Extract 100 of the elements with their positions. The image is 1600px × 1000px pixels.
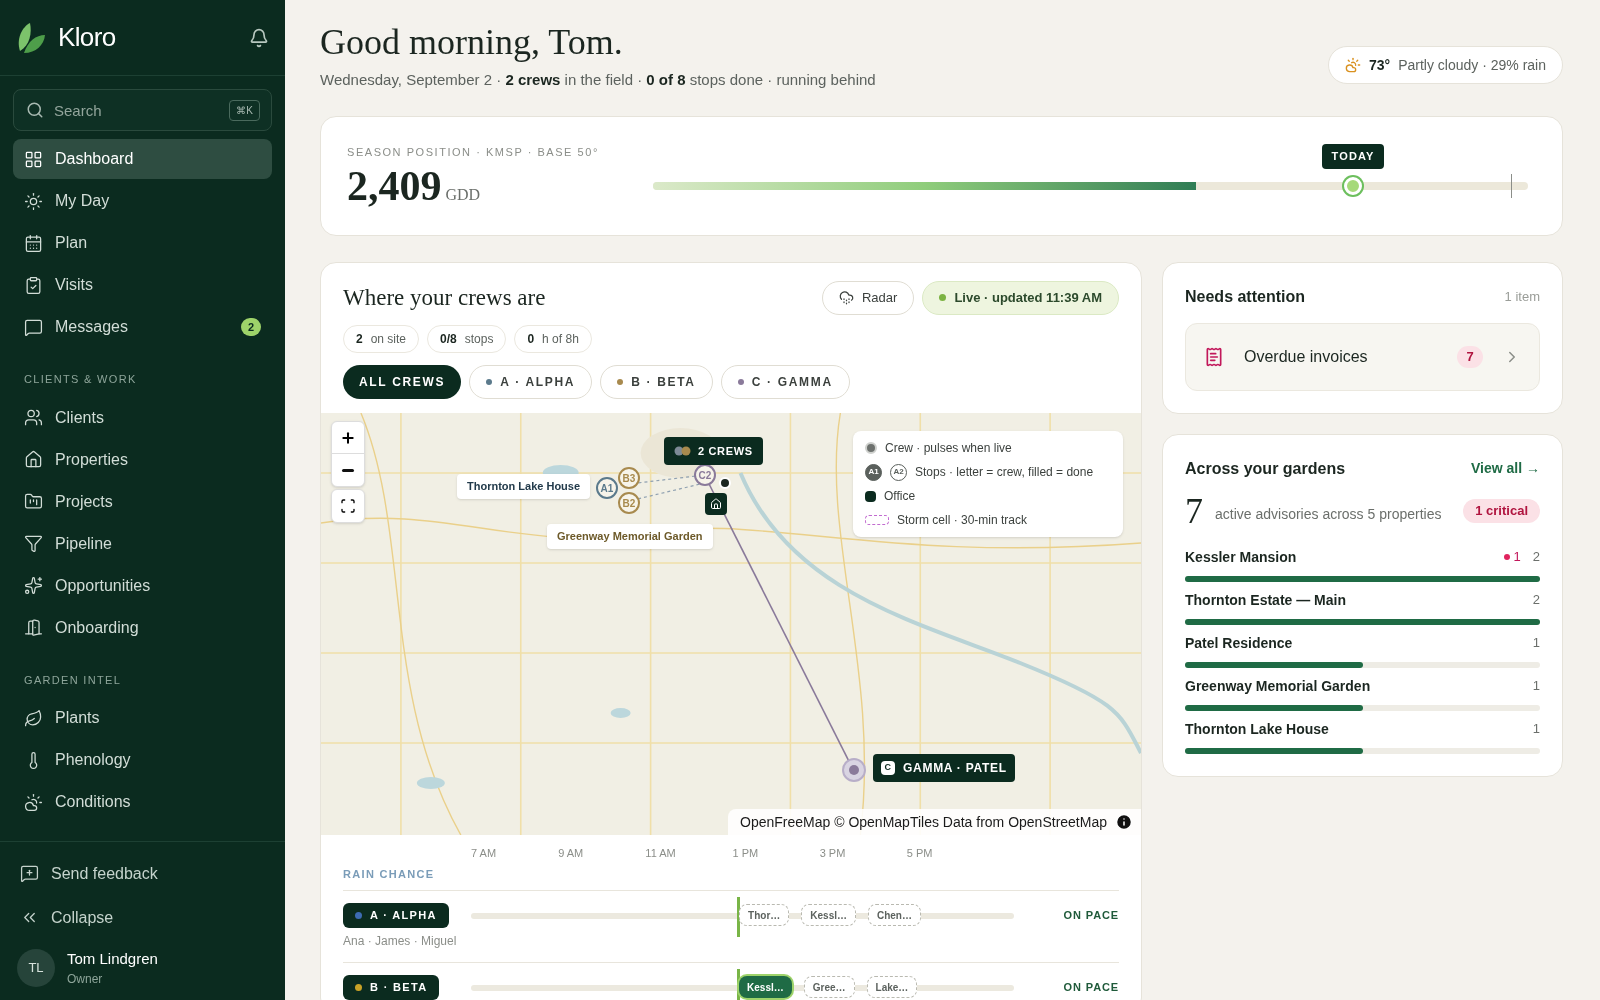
nav-item[interactable]: Messages 2 xyxy=(13,307,272,347)
minus-icon xyxy=(342,468,354,472)
today-tag: TODAY xyxy=(1321,144,1385,169)
attention-item[interactable]: Overdue invoices 7 xyxy=(1185,322,1540,391)
cloud-sun-icon xyxy=(24,792,43,812)
gamma-callout[interactable]: C GAMMA · PATEL xyxy=(873,754,1015,782)
advisory-summary: active advisories across 5 properties xyxy=(1215,505,1443,524)
legend-label: Office xyxy=(884,488,916,505)
item-count: 1 item xyxy=(1504,287,1540,306)
crew-tag[interactable]: A · ALPHA xyxy=(343,903,449,928)
nav-item[interactable]: My Day xyxy=(13,181,272,221)
nav-item[interactable]: Opportunities xyxy=(13,565,272,606)
time-tick: 3 PM xyxy=(819,846,847,861)
advisory-total: 7 xyxy=(1185,492,1203,529)
stop-pill[interactable]: Gree… xyxy=(803,976,855,998)
nav-item[interactable]: Conditions xyxy=(13,782,272,822)
day-summary: Wednesday, September 2 · 2 crews in the field · 0 of 8 stops done · running behind xyxy=(320,70,876,90)
live-status: Live · updated 11:39 AM xyxy=(922,280,1119,315)
fullscreen-icon xyxy=(340,498,356,514)
stop-sample: A2 xyxy=(890,463,907,481)
stop-pill[interactable]: Kessl… xyxy=(739,976,792,998)
bell-icon[interactable] xyxy=(249,27,269,48)
crew-filter[interactable]: C · GAMMA xyxy=(720,365,850,399)
gdd-unit: GDD xyxy=(445,184,481,205)
advisory-count: 2 xyxy=(1532,591,1540,610)
advisory-count: 1 xyxy=(1532,720,1540,739)
nav-item[interactable]: Pipeline xyxy=(13,523,272,564)
property-name: Thornton Lake House xyxy=(1185,719,1330,739)
users-icon xyxy=(24,408,43,427)
card-title: Where your crews are xyxy=(343,283,546,312)
crew-filter[interactable]: ALL CREWS xyxy=(343,365,462,399)
section-heading: CLIENTS & WORK xyxy=(23,372,138,387)
info-icon[interactable] xyxy=(1115,813,1133,831)
season-label: SEASON POSITION · KMSP · BASE 50° xyxy=(347,145,600,161)
count-badge: 2 xyxy=(241,318,261,336)
fullscreen-button[interactable] xyxy=(331,489,365,523)
stop-pill[interactable]: Chen… xyxy=(867,904,921,926)
crew-label: GAMMA · PATEL xyxy=(903,760,1007,777)
stop-pill[interactable]: Kessl… xyxy=(801,904,856,926)
grid-icon xyxy=(24,149,43,169)
map-attribution: OpenFreeMap © OpenMapTiles Data from OpenStreetMap xyxy=(728,809,1141,835)
stop-sample: A1 xyxy=(865,463,882,481)
place-label[interactable]: Thornton Lake House xyxy=(457,474,591,499)
footer-link[interactable]: Collapse xyxy=(13,895,272,940)
view-all-link[interactable]: View all → xyxy=(1471,458,1540,479)
calendar-icon xyxy=(24,233,43,253)
time-tick: 5 PM xyxy=(906,846,934,861)
cloud-icon xyxy=(838,290,854,306)
time-tick: 1 PM xyxy=(732,846,760,861)
office-marker[interactable] xyxy=(705,493,727,515)
advisory-count: 1 xyxy=(1532,634,1540,653)
nav-item[interactable]: Phenology xyxy=(13,740,272,780)
crew-filter[interactable]: B · BETA xyxy=(600,365,713,399)
nav-item[interactable]: Properties xyxy=(13,439,272,480)
end-tick xyxy=(1511,173,1512,198)
nav-item[interactable]: Onboarding xyxy=(13,607,272,648)
legend-label: Storm cell · 30-min track xyxy=(897,512,1028,529)
card-title: Across your gardens xyxy=(1185,458,1346,479)
greeting-title: Good morning, Tom. xyxy=(320,21,624,64)
stop-pill[interactable]: Thor… xyxy=(739,904,790,926)
footer-link[interactable]: Send feedback xyxy=(13,851,272,896)
nav-item[interactable]: Projects xyxy=(13,481,272,522)
critical-badge: 1 critical xyxy=(1463,498,1540,523)
chat-icon xyxy=(24,317,43,337)
count-badge: 7 xyxy=(1457,345,1483,368)
user-avatar[interactable]: TL xyxy=(17,948,55,987)
nav-item[interactable]: Dashboard xyxy=(13,139,272,179)
property-name: Kessler Mansion xyxy=(1185,547,1298,567)
time-tick: 11 AM xyxy=(645,846,677,861)
legend-label: Stops · letter = crew, filled = done xyxy=(915,464,1094,481)
leaf-icon xyxy=(24,708,43,728)
receipt-icon xyxy=(1204,346,1224,367)
section-heading: GARDEN INTEL xyxy=(23,672,123,688)
legend-label: Crew · pulses when live xyxy=(885,440,1012,457)
pace-status: ON PACE xyxy=(1062,980,1119,995)
nav-item[interactable]: Plan xyxy=(13,223,272,263)
shortcut-key: ⌘K xyxy=(229,100,260,121)
time-tick: 7 AM xyxy=(471,846,498,861)
nav-item[interactable]: Clients xyxy=(13,397,272,438)
funnel-icon xyxy=(24,534,43,553)
rain-chance-label: RAIN CHANCE xyxy=(343,865,1119,891)
critical-count: 1 xyxy=(1503,547,1521,567)
property-name: Patel Residence xyxy=(1185,633,1294,653)
place-label[interactable]: Greenway Memorial Garden xyxy=(547,524,713,549)
pace-status: ON PACE xyxy=(1062,908,1119,923)
crew-tag[interactable]: B · BETA xyxy=(343,975,440,1000)
user-name: Tom Lindgren xyxy=(67,948,158,969)
crew-members: Ana · James · Miguel xyxy=(343,933,458,950)
crew-letter: C xyxy=(881,761,895,775)
sun-icon xyxy=(24,191,43,211)
crew-filter[interactable]: A · ALPHA xyxy=(469,365,593,399)
nav-item[interactable]: Visits xyxy=(13,265,272,305)
brand-name: Kloro xyxy=(58,21,116,54)
gdd-value: 2,409 xyxy=(347,164,442,207)
plus-icon xyxy=(340,429,356,446)
folder-icon xyxy=(24,492,43,511)
advisory-count: 1 xyxy=(1532,677,1540,696)
stop-pill[interactable]: Lake… xyxy=(866,976,918,998)
crew-callout[interactable]: 2 CREWS xyxy=(664,437,763,465)
nav-item[interactable]: Plants xyxy=(13,698,272,738)
